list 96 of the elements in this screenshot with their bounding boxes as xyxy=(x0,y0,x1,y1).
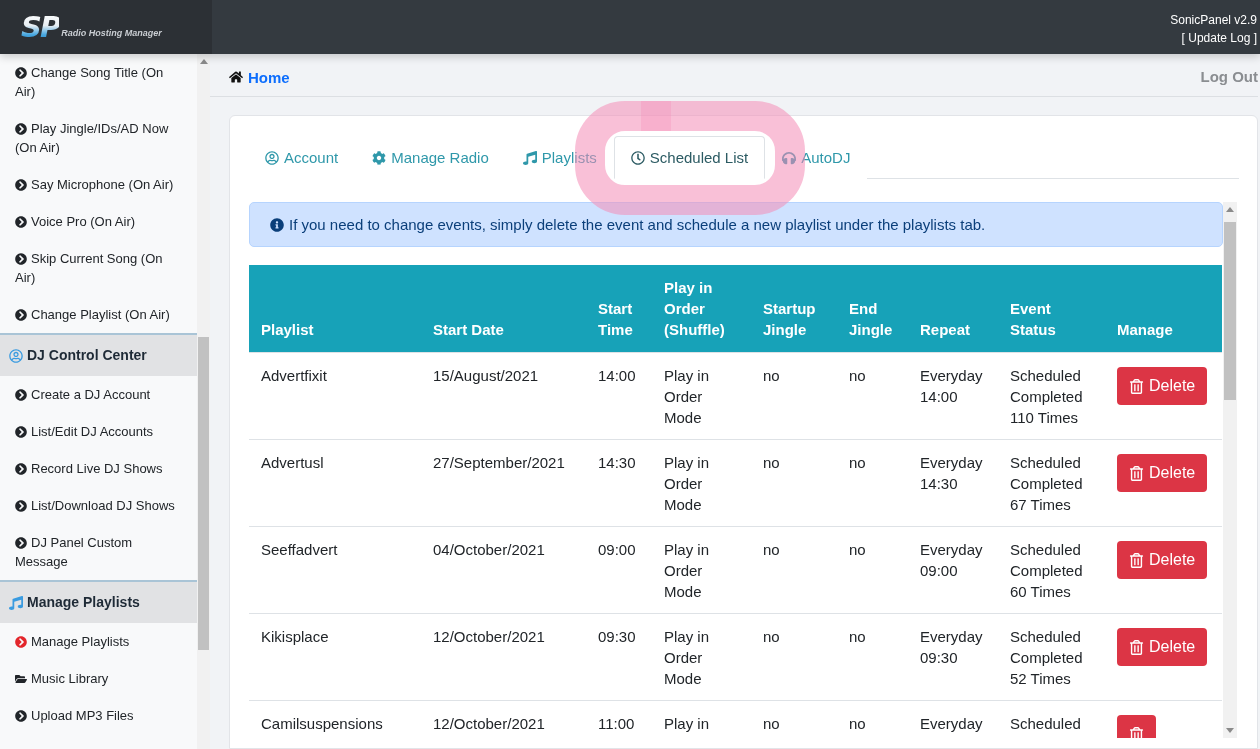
column-header: Playlist xyxy=(249,265,421,353)
column-header: Repeat xyxy=(908,265,998,353)
sidebar-item[interactable]: Change Playlist (On Air) xyxy=(0,296,197,333)
sidebar-item[interactable]: List/Download DJ Shows xyxy=(0,487,197,524)
alert-message: If you need to change events, simply delete the event and schedule a new playlist under the playlists tab. xyxy=(289,215,986,235)
home-icon xyxy=(229,70,243,84)
table-cell: Everyday 09:30 xyxy=(908,613,998,701)
table-cell: 12/October/2021 xyxy=(421,613,586,701)
sidebar-item[interactable]: Voice Pro (On Air) xyxy=(0,203,197,240)
scrollbar-thumb[interactable] xyxy=(1224,222,1236,400)
user-icon xyxy=(9,348,23,363)
sidebar-item[interactable]: Create a DJ Account xyxy=(0,376,197,413)
table-cell: Scheduled Completed 60 Times xyxy=(998,526,1105,614)
table-cell: no xyxy=(837,439,908,527)
table-cell: Seeffadvert xyxy=(249,526,421,614)
table-cell: 27/September/2021 xyxy=(421,439,586,527)
table-cell: no xyxy=(751,613,837,701)
table-cell: Scheduled Completed 67 Times xyxy=(998,439,1105,527)
table-cell: Scheduled Completed 110 Times xyxy=(998,352,1105,440)
table-cell: no xyxy=(751,700,837,738)
table-cell: Everyday 14:30 xyxy=(908,439,998,527)
version-text: SonicPanel v2.9 xyxy=(1170,12,1257,29)
sidebar-item[interactable]: Skip Current Song (On Air) xyxy=(0,240,197,296)
trash-icon xyxy=(1129,639,1144,655)
delete-button[interactable]: Delete xyxy=(1117,454,1208,492)
table-cell: no xyxy=(751,352,837,440)
table-cell: 04/October/2021 xyxy=(421,526,586,614)
table-cell: 12/October/2021 xyxy=(421,700,586,738)
scrollbar-thumb[interactable] xyxy=(198,337,209,650)
sidebar-item[interactable]: Say Microphone (On Air) xyxy=(0,166,197,203)
sidebar-item[interactable]: Play Jingle/IDs/AD Now (On Air) xyxy=(0,110,197,166)
table-cell: Play in xyxy=(652,700,751,738)
table-cell: no xyxy=(837,352,908,440)
column-header: Startup Jingle xyxy=(751,265,837,353)
delete-button[interactable]: Delete xyxy=(1117,628,1208,666)
trash-icon xyxy=(1129,726,1144,738)
table-cell: Camilsuspensions xyxy=(249,700,421,738)
table-cell: no xyxy=(837,700,908,738)
sidebar-section-header[interactable]: Manage Playlists xyxy=(0,580,197,623)
table-cell: Play in Order Mode xyxy=(652,613,751,701)
headphones-icon xyxy=(782,150,797,165)
table-cell: Advertusl xyxy=(249,439,421,527)
table-cell: Kikisplace xyxy=(249,613,421,701)
sidebar-item[interactable]: DJ Panel Custom Message xyxy=(0,524,197,580)
trash-icon xyxy=(1129,552,1144,568)
sidebar-item[interactable]: Upload MP3 Files xyxy=(0,697,197,734)
table-cell: Everyday 09:00 xyxy=(908,526,998,614)
column-header: End Jingle xyxy=(837,265,908,353)
column-header: Play in Order (Shuffle) xyxy=(652,265,751,353)
sidebar-item[interactable]: Change Song Title (On Air) xyxy=(0,54,197,110)
music-note-icon xyxy=(9,595,23,610)
logo-tagline: Radio Hosting Manager xyxy=(61,28,162,38)
user-icon xyxy=(265,150,279,165)
trash-icon xyxy=(1129,465,1144,481)
music-note-icon xyxy=(522,150,537,165)
scroll-down-icon[interactable] xyxy=(1226,728,1234,733)
column-header: Start Time xyxy=(586,265,652,353)
sidebar-item[interactable]: Record Live DJ Shows xyxy=(0,450,197,487)
table-cell: no xyxy=(837,526,908,614)
table-cell: Scheduled xyxy=(998,700,1105,738)
table-cell: 14:30 xyxy=(586,439,652,527)
gear-icon xyxy=(372,150,387,165)
table-cell: 14:00 xyxy=(586,352,652,440)
table-cell: Play in Order Mode xyxy=(652,352,751,440)
table-cell: no xyxy=(751,526,837,614)
update-log-link[interactable]: [ Update Log ] xyxy=(1181,29,1257,47)
delete-button[interactable]: Delete xyxy=(1117,541,1208,579)
table-cell: Advertfixit xyxy=(249,352,421,440)
table-cell: 15/August/2021 xyxy=(421,352,586,440)
trash-icon xyxy=(1129,378,1144,394)
sidebar-section-header[interactable]: DJ Control Center xyxy=(0,333,197,376)
tab[interactable]: Scheduled List xyxy=(613,136,766,179)
table-cell: Play in Order Mode xyxy=(652,439,751,527)
table-cell: Everyday xyxy=(908,700,998,738)
table-cell: Play in Order Mode xyxy=(652,526,751,614)
sidebar-item[interactable]: Music Library xyxy=(0,660,197,697)
sidebar-item[interactable]: List/Edit DJ Accounts xyxy=(0,413,197,450)
scroll-up-icon[interactable] xyxy=(1226,207,1234,212)
column-header: Start Date xyxy=(421,265,586,353)
table-cell: 09:30 xyxy=(586,613,652,701)
delete-button[interactable]: Delete xyxy=(1117,367,1208,405)
table-cell: no xyxy=(751,439,837,527)
column-header: Manage xyxy=(1105,265,1222,353)
home-link[interactable]: Home xyxy=(229,68,290,86)
sidebar-item[interactable]: Manage Playlists xyxy=(0,623,197,660)
clock-icon xyxy=(630,150,645,165)
scroll-up-icon[interactable] xyxy=(199,59,208,64)
table-cell: Everyday 14:00 xyxy=(908,352,998,440)
table-cell: 09:00 xyxy=(586,526,652,614)
table-cell: Scheduled Completed 52 Times xyxy=(998,613,1105,701)
info-icon xyxy=(270,217,284,232)
scrollbar[interactable] xyxy=(197,54,210,749)
table-cell: 11:00 xyxy=(586,700,652,738)
table-cell: no xyxy=(837,613,908,701)
column-header: Event Status xyxy=(998,265,1105,353)
scrollbar[interactable] xyxy=(1223,202,1237,738)
